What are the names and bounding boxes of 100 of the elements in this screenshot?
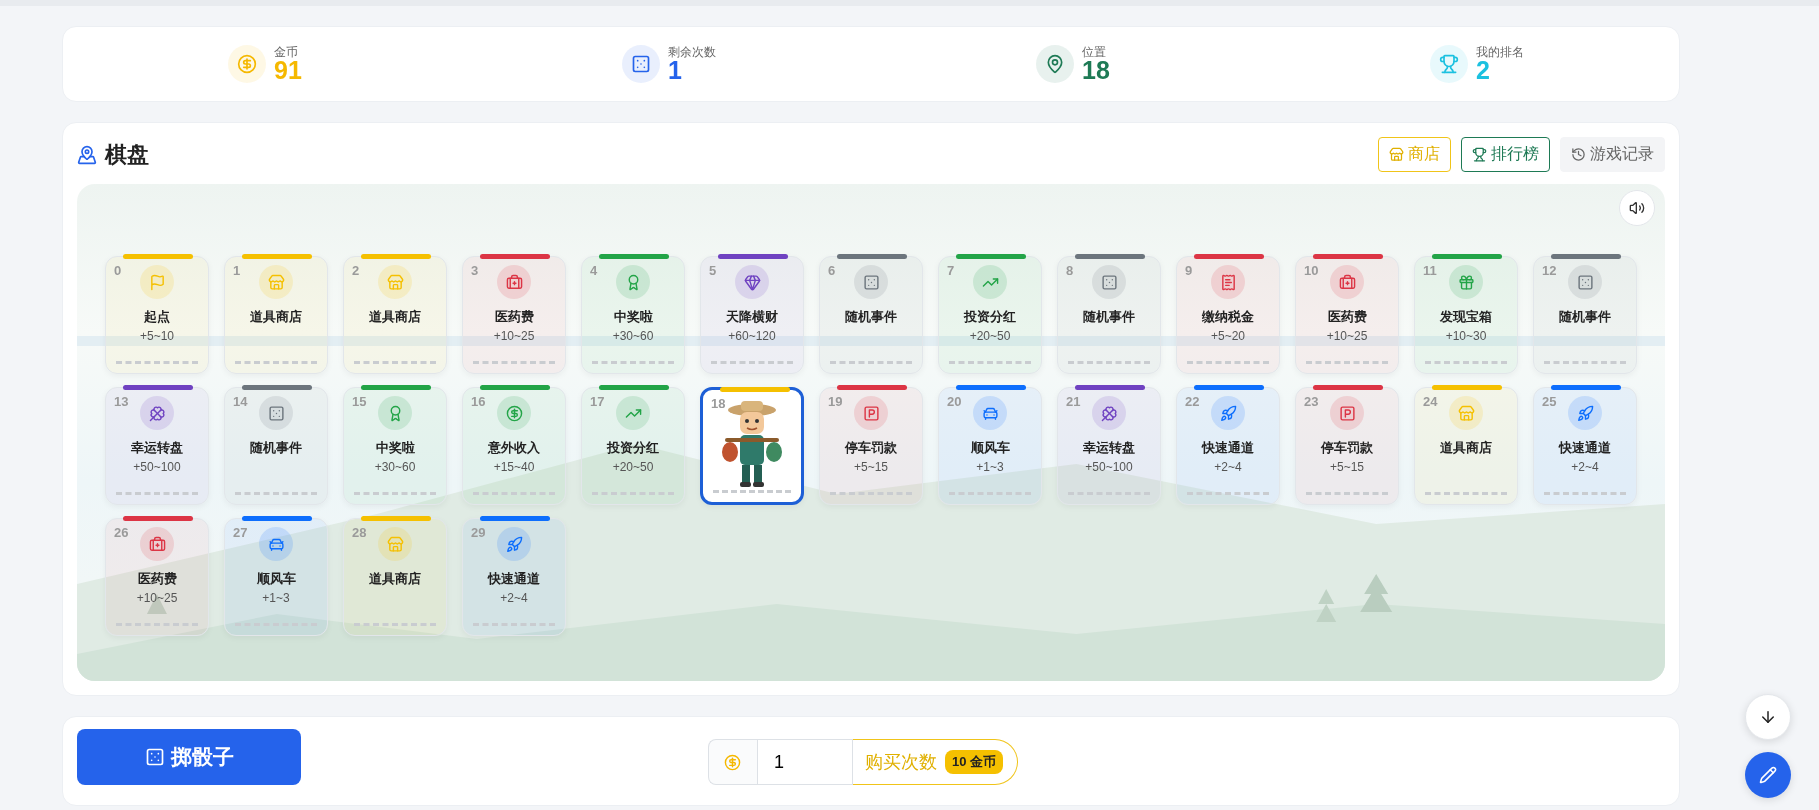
tile-number: 24 bbox=[1423, 394, 1438, 409]
scroll-down-button[interactable] bbox=[1745, 694, 1791, 740]
ranking-button[interactable]: 排行榜 bbox=[1461, 137, 1550, 172]
tile-range: +2~4 bbox=[1214, 460, 1242, 474]
sound-button[interactable] bbox=[1619, 190, 1655, 226]
tile-range: +10~30 bbox=[1445, 329, 1487, 343]
tile-range: +30~60 bbox=[612, 329, 654, 343]
tile-name: 道具商店 bbox=[1440, 439, 1492, 457]
tile-number: 6 bbox=[828, 263, 836, 278]
tile-number: 15 bbox=[352, 394, 367, 409]
tile-name: 投资分红 bbox=[607, 439, 659, 457]
stat-label: 金币 bbox=[274, 45, 300, 58]
tile-number: 7 bbox=[947, 263, 955, 278]
tile-number: 13 bbox=[114, 394, 129, 409]
store-icon bbox=[1389, 147, 1404, 162]
tile-number: 1 bbox=[233, 263, 241, 278]
tile-range: +20~50 bbox=[969, 329, 1011, 343]
tile-number: 20 bbox=[947, 394, 962, 409]
tile-number: 23 bbox=[1304, 394, 1319, 409]
stat-value: 1 bbox=[668, 57, 682, 83]
history-button[interactable]: 游戏记录 bbox=[1560, 137, 1665, 172]
dice-icon bbox=[144, 747, 165, 767]
history-icon bbox=[1571, 147, 1586, 162]
tile-name: 医药费 bbox=[137, 570, 177, 588]
tile-range: +60~120 bbox=[728, 329, 776, 343]
tile-name: 发现宝箱 bbox=[1440, 308, 1492, 326]
tile-range: +1~3 bbox=[976, 460, 1004, 474]
clover-icon bbox=[148, 404, 166, 422]
tile-range: +2~4 bbox=[1571, 460, 1599, 474]
board-title: 棋盘 bbox=[105, 140, 149, 169]
tile-range: +50~100 bbox=[133, 460, 181, 474]
flag-icon bbox=[148, 273, 166, 291]
tile-number: 3 bbox=[471, 263, 479, 278]
stat-value: 2 bbox=[1476, 57, 1490, 83]
tile-number: 4 bbox=[590, 263, 598, 278]
receipt-icon bbox=[1219, 273, 1237, 291]
tile-name: 顺风车 bbox=[256, 570, 296, 588]
tile-name: 投资分红 bbox=[964, 308, 1016, 326]
tile-number: 5 bbox=[709, 263, 717, 278]
tile-number: 28 bbox=[352, 525, 367, 540]
tile-name: 道具商店 bbox=[250, 308, 302, 326]
stat-value: 91 bbox=[274, 57, 302, 83]
tile-range: +5~15 bbox=[853, 460, 888, 474]
tile-range: +1~3 bbox=[262, 591, 290, 605]
tile-name: 缴纳税金 bbox=[1202, 308, 1254, 326]
stat-value: 18 bbox=[1082, 57, 1110, 83]
tile-range: +50~100 bbox=[1085, 460, 1133, 474]
tile-number: 19 bbox=[828, 394, 843, 409]
tile-name: 意外收入 bbox=[488, 439, 540, 457]
tile-name: 停车罚款 bbox=[1321, 439, 1373, 457]
tile-name: 道具商店 bbox=[369, 570, 421, 588]
tile-name: 道具商店 bbox=[369, 308, 421, 326]
stat-label: 我的排名 bbox=[1476, 45, 1524, 58]
tile-range: +15~40 bbox=[493, 460, 535, 474]
roll-dice-button[interactable]: 掷骰子 bbox=[77, 729, 301, 785]
tile-name: 随机事件 bbox=[1559, 308, 1611, 326]
dollar-icon bbox=[505, 404, 523, 422]
tile-number: 17 bbox=[590, 394, 605, 409]
tile-name: 随机事件 bbox=[250, 439, 302, 457]
dice-icon bbox=[1576, 273, 1594, 291]
stat-label: 位置 bbox=[1082, 45, 1108, 58]
tile-name: 快速通道 bbox=[1202, 439, 1254, 457]
tile-number: 25 bbox=[1542, 394, 1557, 409]
tile-name: 随机事件 bbox=[845, 308, 897, 326]
edit-button[interactable] bbox=[1745, 752, 1791, 798]
tile-number: 0 bbox=[114, 263, 122, 278]
tile-number: 18 bbox=[711, 396, 726, 411]
dice-icon bbox=[1100, 273, 1118, 291]
rocket-icon bbox=[1576, 404, 1594, 422]
tile-number: 9 bbox=[1185, 263, 1193, 278]
dice-icon bbox=[267, 404, 285, 422]
tile-range: +2~4 bbox=[500, 591, 528, 605]
buy-rolls-button[interactable]: 购买次数 10 金币 bbox=[852, 739, 1019, 785]
tile-number: 10 bbox=[1304, 263, 1319, 278]
tile-number: 2 bbox=[352, 263, 360, 278]
speaker-icon bbox=[1629, 200, 1645, 216]
quantity-input[interactable]: 1 bbox=[756, 739, 853, 785]
price-badge: 10 金币 bbox=[944, 750, 1004, 774]
store-icon bbox=[267, 273, 285, 291]
tile-number: 14 bbox=[233, 394, 248, 409]
stat-label: 剩余次数 bbox=[668, 45, 716, 58]
tile-range: +10~25 bbox=[493, 329, 535, 343]
rocket-icon bbox=[505, 535, 523, 553]
tile-range: +5~15 bbox=[1329, 460, 1364, 474]
gem-icon bbox=[743, 273, 761, 291]
rocket-icon bbox=[1219, 404, 1237, 422]
tile-range: +10~25 bbox=[136, 591, 178, 605]
tile-number: 11 bbox=[1423, 263, 1437, 278]
map-icon bbox=[77, 144, 97, 165]
gift-icon bbox=[1457, 273, 1475, 291]
tile-number: 21 bbox=[1066, 394, 1081, 409]
coin-icon bbox=[724, 753, 742, 771]
store-icon bbox=[386, 273, 404, 291]
arrow-down-icon bbox=[1759, 708, 1777, 726]
trophy-icon bbox=[1472, 147, 1487, 162]
pencil-icon bbox=[1759, 766, 1777, 784]
tile-number: 12 bbox=[1542, 263, 1557, 278]
clover-icon bbox=[1100, 404, 1118, 422]
tile-name: 幸运转盘 bbox=[131, 439, 183, 457]
tile-number: 16 bbox=[471, 394, 486, 409]
